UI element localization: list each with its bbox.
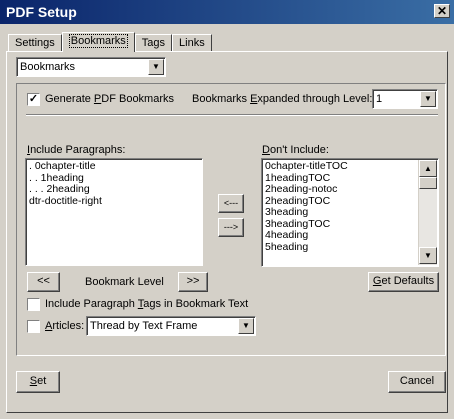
expanded-level-value: 1 (376, 93, 383, 105)
list-item[interactable]: . . . 2heading (29, 183, 199, 196)
move-right-button[interactable]: ---> (218, 218, 244, 237)
include-paragraphs-list[interactable]: . 0chapter-title . . 1heading . . . 2hea… (25, 158, 203, 266)
divider (26, 114, 438, 116)
get-defaults-label-post: et Defaults (381, 275, 435, 287)
set-mnemonic: S (29, 375, 38, 387)
dont-include-list[interactable]: 0chapter-titleTOC 1headingTOC 2heading-n… (261, 158, 439, 267)
tab-links-label: Links (179, 37, 205, 49)
articles-checkbox[interactable] (27, 320, 40, 333)
include-tags-checkbox[interactable] (27, 298, 40, 311)
chevron-down-icon[interactable]: ▼ (148, 59, 164, 75)
tab-settings[interactable]: Settings (8, 34, 62, 52)
chevron-down-icon[interactable]: ▼ (238, 318, 254, 334)
include-tags-label: Include Paragraph Tags in Bookmark Text (45, 298, 248, 311)
cancel-button[interactable]: Cancel (388, 371, 446, 393)
level-next-button[interactable]: >> (178, 272, 208, 292)
dont-include-scrollbar[interactable]: ▲ ▼ (418, 160, 437, 265)
tab-strip: Settings Bookmarks Tags Links (8, 32, 212, 52)
include-paragraphs-label: Include Paragraphs: (27, 144, 125, 157)
include-tags-label-post: ags in Bookmark Text (143, 298, 249, 310)
tab-tags[interactable]: Tags (134, 34, 173, 52)
dont-include-label: Don't Include: (262, 144, 329, 157)
tab-tags-label: Tags (141, 37, 166, 49)
articles-select-value: Thread by Text Frame (90, 320, 198, 332)
generate-bookmarks-label: Generate PDF Bookmarks (45, 93, 174, 106)
dont-include-label-post: on't Include: (269, 144, 329, 156)
scroll-down-icon[interactable]: ▼ (419, 247, 437, 264)
dont-include-label-mnemonic: D (262, 144, 270, 156)
list-item[interactable]: 2heading-notoc (265, 183, 435, 196)
generate-label-pre: Generate (45, 93, 94, 105)
list-item[interactable]: 4heading (265, 229, 435, 242)
scroll-thumb[interactable] (419, 177, 437, 189)
articles-label-post: rticles: (52, 320, 85, 332)
tab-bookmarks[interactable]: Bookmarks (61, 32, 135, 52)
title-bar: PDF Setup ✕ (0, 0, 454, 24)
get-defaults-button[interactable]: Get Defaults (368, 272, 439, 292)
tab-links[interactable]: Links (172, 34, 212, 52)
page-select-value: Bookmarks (20, 61, 76, 73)
list-item[interactable]: dtr-doctitle-right (29, 195, 199, 208)
window-title: PDF Setup (6, 4, 77, 20)
list-item[interactable]: . 0chapter-title (29, 160, 199, 173)
chevron-down-icon[interactable]: ▼ (420, 91, 436, 107)
expanded-level-select[interactable]: 1 ▼ (372, 89, 438, 109)
close-icon[interactable]: ✕ (434, 4, 450, 18)
set-label-post: et (37, 375, 47, 387)
list-item[interactable]: 3heading (265, 206, 435, 219)
expanded-label-pre: Bookmarks (192, 93, 251, 105)
list-item[interactable]: 5heading (265, 241, 435, 254)
expanded-label-post: xpanded through Level: (257, 93, 373, 105)
include-label-post: nclude Paragraphs: (30, 144, 126, 156)
articles-select[interactable]: Thread by Text Frame ▼ (86, 316, 256, 336)
level-previous-button[interactable]: << (27, 272, 60, 292)
tab-settings-label: Settings (15, 37, 55, 49)
tab-bookmarks-label: Bookmarks (68, 34, 128, 48)
move-left-button[interactable]: <--- (218, 194, 244, 213)
scroll-up-icon[interactable]: ▲ (419, 160, 437, 177)
generate-bookmarks-checkbox[interactable]: ✓ (27, 93, 40, 106)
list-item[interactable]: 0chapter-titleTOC (265, 160, 435, 173)
articles-label: Articles: (45, 320, 84, 333)
include-tags-label-pre: Include Paragraph (45, 298, 138, 310)
expanded-level-label: Bookmarks Expanded through Level: (192, 93, 372, 106)
set-button[interactable]: Set (16, 371, 60, 393)
page-select[interactable]: Bookmarks ▼ (16, 57, 166, 77)
bookmark-level-label: Bookmark Level (85, 276, 164, 288)
generate-label-post: DF Bookmarks (101, 93, 175, 105)
